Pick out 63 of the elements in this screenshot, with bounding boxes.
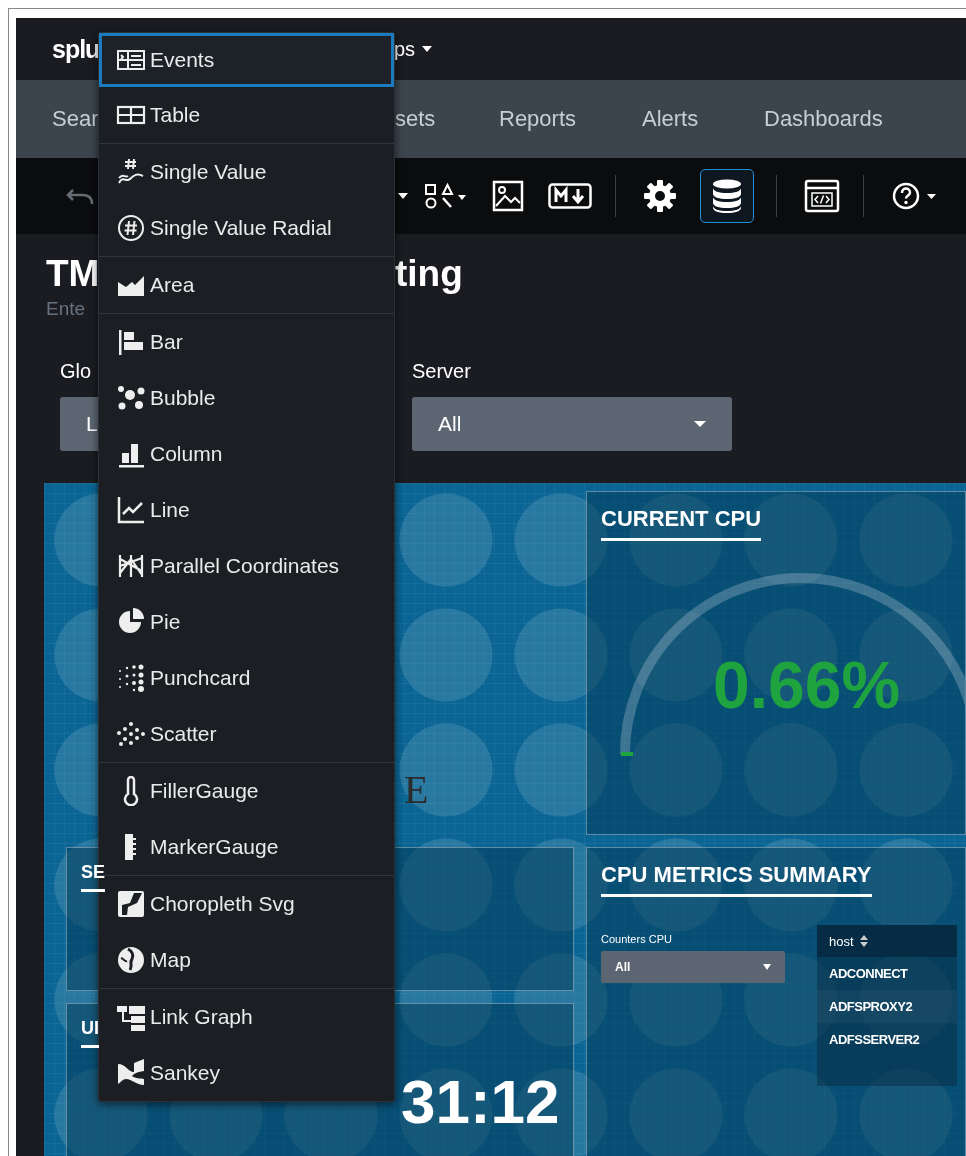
menu-item[interactable]: Line [99, 482, 394, 538]
flow-icon [116, 1058, 146, 1088]
settings-icon [643, 179, 677, 213]
caret-icon [763, 964, 771, 970]
hash-circle-icon [116, 213, 146, 243]
menu-item[interactable]: Bar [99, 314, 394, 370]
menu-item[interactable]: Sankey [99, 1045, 394, 1101]
menu-item[interactable]: Punchcard [99, 650, 394, 706]
dropdown-field[interactable]: All [412, 397, 732, 451]
undo-icon [65, 186, 95, 206]
panel-title: CURRENT CPU [601, 506, 762, 541]
filter-label: Counters CPU [601, 933, 672, 945]
bar-chart-icon [116, 327, 146, 357]
panel-title: CPU METRICS SUMMARY [601, 862, 872, 897]
code-window-icon [804, 179, 840, 213]
sort-icon [859, 935, 868, 947]
dot-grid-icon [116, 663, 146, 693]
image-icon [492, 180, 524, 212]
nav-tab[interactable]: Dashboards [764, 106, 883, 132]
menu-item[interactable]: Single Value [99, 144, 394, 200]
line-chart-icon [116, 495, 146, 525]
menu-item[interactable]: Pie [99, 594, 394, 650]
logo[interactable]: splu [52, 34, 100, 64]
menu-item[interactable]: FillerGauge [99, 763, 394, 819]
nav-tab[interactable]: Alerts [642, 106, 699, 132]
caret-icon [421, 45, 434, 53]
menu-item[interactable]: Parallel Coordinates [99, 538, 394, 594]
gauge-value: 0.66% [713, 647, 901, 723]
input-label: Server [412, 360, 471, 383]
menu-item[interactable]: Map [99, 932, 394, 988]
caret-icon [398, 192, 408, 200]
dashboard-title: ting [395, 252, 463, 296]
column-header[interactable]: host [817, 925, 957, 957]
dashboard-description: Ente [46, 298, 87, 320]
database-icon [712, 179, 742, 213]
menu-item[interactable]: Scatter [99, 706, 394, 762]
menu-item[interactable]: Single Value Radial [99, 200, 394, 256]
apps-menu[interactable]: ps [394, 37, 434, 61]
menu-item[interactable]: Table [99, 87, 394, 143]
dropdown-field[interactable]: All [601, 951, 785, 983]
markdown-icon [548, 183, 592, 209]
shapes-icon [424, 182, 468, 210]
globe-icon [116, 945, 146, 975]
table-cell: ADCONNECT [829, 966, 908, 981]
menu-item[interactable]: Bubble [99, 370, 394, 426]
table-cell: ADFSPROXY2 [829, 999, 913, 1014]
scatter-icon [116, 719, 146, 749]
table-cell: ADFSSERVER2 [829, 1032, 920, 1047]
help-icon [891, 181, 939, 211]
toolbar-button[interactable] [700, 169, 754, 223]
menu-item[interactable]: Area [99, 257, 394, 313]
square-diagonal-icon [116, 889, 146, 919]
single-value: 31:12 [401, 1066, 560, 1137]
logo-text: E [404, 766, 429, 813]
menu-item[interactable]: Link Graph [99, 989, 394, 1045]
menu-item[interactable]: Column [99, 426, 394, 482]
nav-tab[interactable]: sets [395, 106, 436, 132]
input-label: Glo [60, 360, 92, 383]
dashboard-title: TM [46, 252, 100, 296]
nav-tab[interactable]: Reports [499, 106, 577, 132]
menu-item[interactable]: Events [99, 33, 394, 87]
caret-icon [694, 420, 706, 428]
nav-tab[interactable]: Sear [52, 106, 99, 132]
